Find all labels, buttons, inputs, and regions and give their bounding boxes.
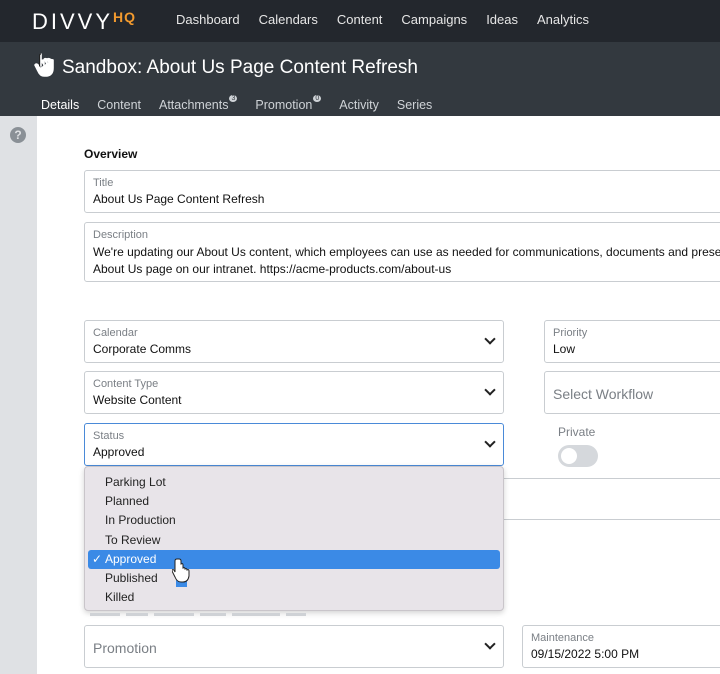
calendar-select[interactable]: Calendar Corporate Comms xyxy=(84,320,504,363)
priority-value: Low xyxy=(553,342,576,356)
status-option-label: Approved xyxy=(105,552,157,566)
content-type-value: Website Content xyxy=(93,393,182,407)
logo-text: DIVVY xyxy=(32,9,114,34)
maintenance-date-field[interactable]: Maintenance 09/15/2022 5:00 PM xyxy=(522,625,720,668)
title-field[interactable]: Title About Us Page Content Refresh xyxy=(84,170,720,213)
nav-item-dashboard[interactable]: Dashboard xyxy=(176,12,240,27)
status-option-killed[interactable]: Killed xyxy=(88,588,500,607)
left-rail xyxy=(0,116,37,674)
top-nav-bar: DIVVYHQ Dashboard Calendars Content Camp… xyxy=(0,0,720,42)
tab-label: Details xyxy=(41,98,80,112)
status-label: Status xyxy=(93,430,125,442)
title-value: About Us Page Content Refresh xyxy=(93,192,265,206)
promotion-count-badge: 0 xyxy=(313,94,322,102)
calendar-value: Corporate Comms xyxy=(93,342,192,356)
chevron-down-icon xyxy=(484,436,496,448)
content-type-select[interactable]: Content Type Website Content xyxy=(84,371,504,414)
toggle-knob xyxy=(561,448,577,464)
tab-label: Activity xyxy=(339,98,379,112)
tab-label: Promotion xyxy=(255,98,313,112)
status-option-parking-lot[interactable]: Parking Lot xyxy=(88,473,500,492)
workflow-select[interactable]: Select Workflow xyxy=(544,371,720,414)
chevron-down-icon xyxy=(484,638,496,650)
status-option-published[interactable]: Published xyxy=(88,569,500,588)
drag-hand-icon[interactable] xyxy=(34,52,56,78)
status-option-in-production[interactable]: In Production xyxy=(88,511,500,530)
nav-item-analytics[interactable]: Analytics xyxy=(537,12,589,27)
description-value: We're updating our About Us content, whi… xyxy=(93,244,720,278)
priority-select[interactable]: Priority Low xyxy=(544,320,720,363)
calendar-label: Calendar xyxy=(93,327,138,339)
main-nav: Dashboard Calendars Content Campaigns Id… xyxy=(176,12,589,27)
status-option-planned[interactable]: Planned xyxy=(88,492,500,511)
nav-item-ideas[interactable]: Ideas xyxy=(486,12,518,27)
status-dropdown: Parking Lot Planned In Production To Rev… xyxy=(84,466,504,611)
description-field[interactable]: Description We're updating our About Us … xyxy=(84,222,720,282)
page-title: Sandbox: About Us Page Content Refresh xyxy=(62,57,418,78)
status-select[interactable]: Status Approved xyxy=(84,423,504,466)
description-line-2: About Us page on our intranet. https://a… xyxy=(93,262,452,276)
chevron-down-icon xyxy=(484,333,496,345)
checkmark-icon: ✓ xyxy=(92,552,103,566)
tab-label: Content xyxy=(97,98,141,112)
title-label: Title xyxy=(93,177,114,189)
status-option-to-review[interactable]: To Review xyxy=(88,531,500,550)
chevron-down-icon xyxy=(484,384,496,396)
promotion-placeholder: Promotion xyxy=(93,640,157,656)
maintenance-label: Maintenance xyxy=(531,632,594,644)
attachments-count-badge: 3 xyxy=(229,94,238,102)
obscured-text xyxy=(90,613,306,616)
logo-suffix: HQ xyxy=(113,9,137,25)
workflow-placeholder: Select Workflow xyxy=(553,386,654,402)
obscured-field[interactable] xyxy=(490,478,720,520)
description-label: Description xyxy=(93,229,149,241)
status-value: Approved xyxy=(93,445,145,459)
tab-label: Series xyxy=(396,98,433,112)
priority-label: Priority xyxy=(553,327,588,339)
status-option-approved[interactable]: ✓ Approved xyxy=(88,550,500,569)
nav-item-calendars[interactable]: Calendars xyxy=(259,12,318,27)
nav-item-content[interactable]: Content xyxy=(337,12,383,27)
private-toggle[interactable] xyxy=(558,445,598,467)
pointer-hand-icon xyxy=(172,558,190,583)
app-logo[interactable]: DIVVYHQ xyxy=(32,9,136,35)
description-line-1: We're updating our About Us content, whi… xyxy=(93,245,720,259)
promotion-select[interactable]: Promotion xyxy=(84,625,504,668)
maintenance-value: 09/15/2022 5:00 PM xyxy=(531,647,640,661)
private-label: Private xyxy=(558,425,596,439)
help-icon[interactable]: ? xyxy=(10,127,26,143)
overview-heading: Overview xyxy=(84,147,138,161)
nav-item-campaigns[interactable]: Campaigns xyxy=(401,12,467,27)
content-type-label: Content Type xyxy=(93,378,159,390)
tab-label: Attachments xyxy=(159,98,229,112)
